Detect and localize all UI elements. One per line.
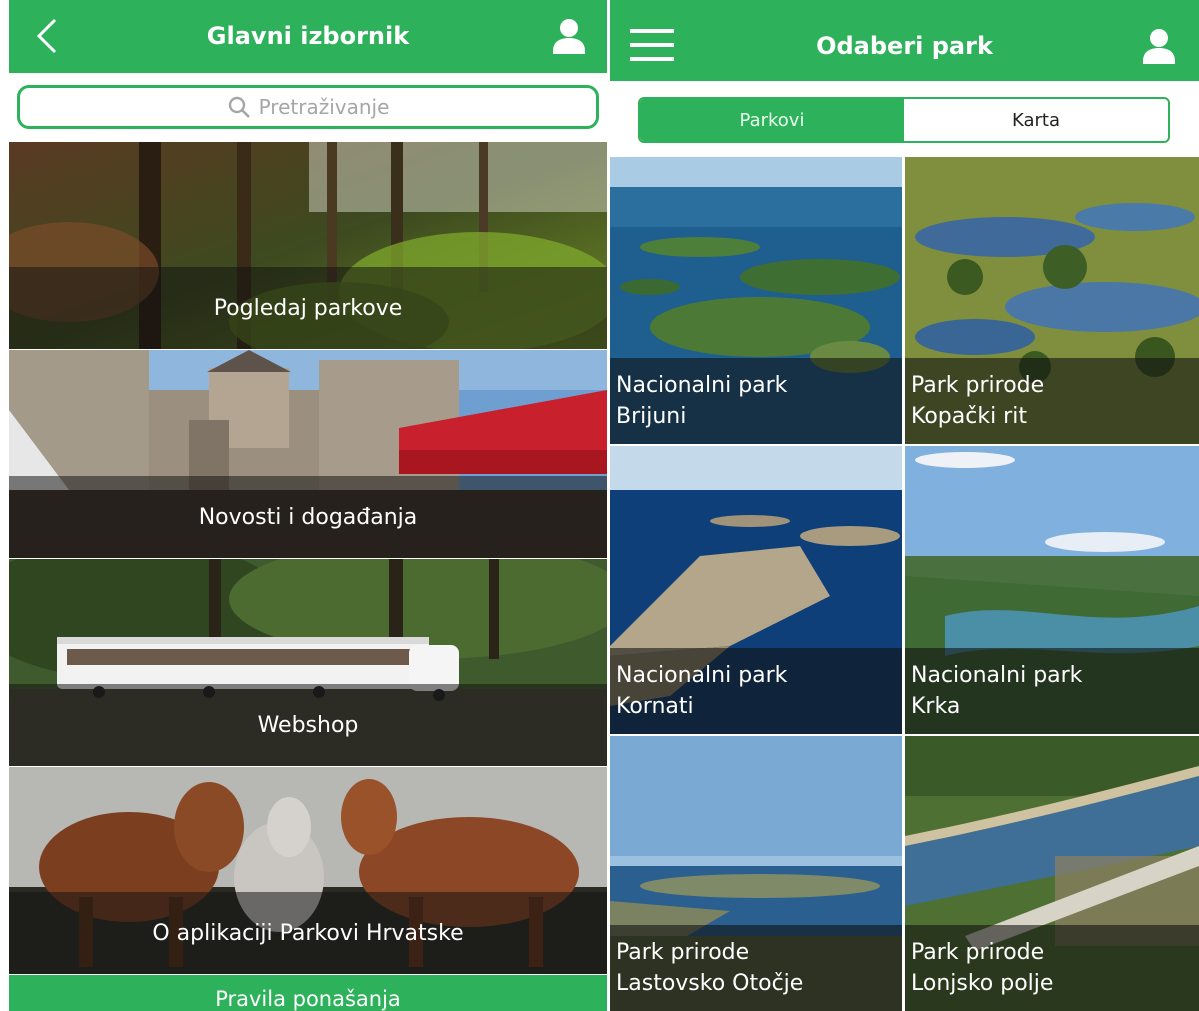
park-label: Nacionalni park Brijuni <box>610 358 902 444</box>
park-name: Lonjsko polje <box>911 971 1054 996</box>
park-type: Nacionalni park <box>616 663 788 688</box>
main-menu-screen: Glavni izbornik Pretraživanje Pogledaj p… <box>9 0 607 1011</box>
choose-park-header: Odaberi park <box>610 0 1199 81</box>
park-tile-krka[interactable]: Nacionalni park Krka <box>905 446 1199 734</box>
park-type: Park prirode <box>616 940 750 965</box>
park-type: Park prirode <box>911 373 1045 398</box>
park-tile-kopacki-rit[interactable]: Park prirode Kopački rit <box>905 157 1199 444</box>
park-type: Nacionalni park <box>616 373 788 398</box>
menu-item-view-parks[interactable]: Pogledaj parkove <box>9 142 607 349</box>
main-menu-header: Glavni izbornik <box>9 0 607 73</box>
tab-parks[interactable]: Parkovi <box>640 99 904 141</box>
menu-item-label: Novosti i događanja <box>9 476 607 558</box>
park-label: Park prirode Lastovsko Otočje <box>610 925 902 1011</box>
search-icon <box>228 96 250 118</box>
park-type: Park prirode <box>911 940 1045 965</box>
rules-of-conduct-button[interactable]: Pravila ponašanja <box>9 975 607 1011</box>
park-tile-lonjsko-polje[interactable]: Park prirode Lonjsko polje <box>905 736 1199 1011</box>
choose-park-screen: Odaberi park Parkovi Karta Nacionalni pa… <box>610 0 1199 1011</box>
park-label: Nacionalni park Krka <box>905 648 1199 734</box>
user-icon[interactable] <box>1141 27 1177 65</box>
view-toggle: Parkovi Karta <box>638 97 1170 143</box>
park-tile-lastovsko-otocje[interactable]: Park prirode Lastovsko Otočje <box>610 736 902 1011</box>
park-type: Nacionalni park <box>911 663 1083 688</box>
park-name: Krka <box>911 694 961 719</box>
menu-item-about-app[interactable]: O aplikaciji Parkovi Hrvatske <box>9 767 607 974</box>
user-icon[interactable] <box>551 17 587 55</box>
menu-item-label: O aplikaciji Parkovi Hrvatske <box>9 892 607 974</box>
park-name: Brijuni <box>616 404 687 429</box>
menu-item-label: Webshop <box>9 684 607 766</box>
park-name: Lastovsko Otočje <box>616 971 804 996</box>
park-name: Kornati <box>616 694 694 719</box>
park-tile-kornati[interactable]: Nacionalni park Kornati <box>610 446 902 734</box>
park-label: Nacionalni park Kornati <box>610 648 902 734</box>
menu-item-label: Pogledaj parkove <box>9 267 607 349</box>
page-title: Odaberi park <box>816 32 993 60</box>
park-name: Kopački rit <box>911 404 1027 429</box>
page-title: Glavni izbornik <box>206 22 410 50</box>
park-label: Park prirode Lonjsko polje <box>905 925 1199 1011</box>
tab-map[interactable]: Karta <box>904 99 1168 141</box>
menu-item-news-events[interactable]: Novosti i događanja <box>9 350 607 558</box>
search-placeholder: Pretraživanje <box>258 95 390 119</box>
park-tile-brijuni[interactable]: Nacionalni park Brijuni <box>610 157 902 444</box>
search-input[interactable]: Pretraživanje <box>17 85 599 129</box>
menu-item-webshop[interactable]: Webshop <box>9 559 607 766</box>
park-label: Park prirode Kopački rit <box>905 358 1199 444</box>
